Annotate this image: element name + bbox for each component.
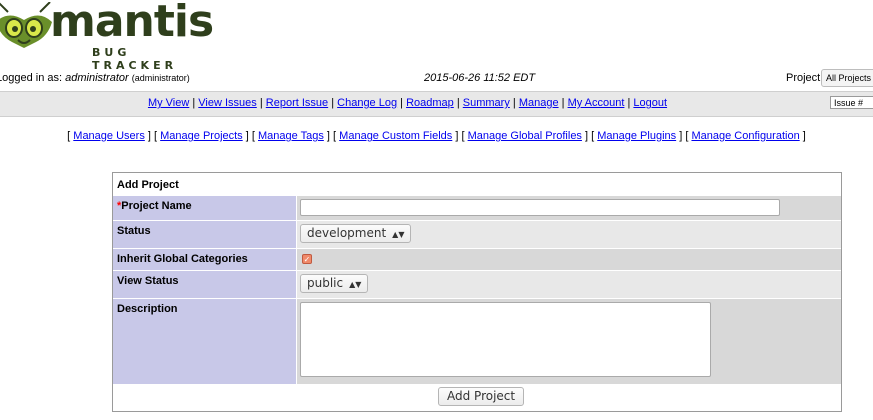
description-textarea[interactable] xyxy=(300,302,711,377)
manage-global-profiles-link[interactable]: Manage Global Profiles xyxy=(468,130,582,142)
bracket-close: ] xyxy=(323,130,330,142)
status-row: Status development ▲▼ xyxy=(113,220,841,248)
project-selector-label: Project: xyxy=(786,72,824,84)
add-project-form: Add Project *Project Name Status develop… xyxy=(112,172,842,412)
menu-report-issue[interactable]: Report Issue xyxy=(266,97,328,109)
project-name-label-text: Project Name xyxy=(121,200,192,212)
mantis-logo[interactable]: mantis BUG TRACKER xyxy=(0,0,214,72)
login-role: (administrator) xyxy=(131,73,190,83)
status-selected-value: development xyxy=(307,226,387,240)
menu-my-account[interactable]: My Account xyxy=(568,97,625,109)
bracket-close: ] xyxy=(452,130,459,142)
main-menu-links: My View | View Issues | Report Issue | C… xyxy=(0,97,815,109)
menu-separator: | xyxy=(453,97,463,109)
login-status: Logged in as: administrator (administrat… xyxy=(0,72,190,84)
form-title: Add Project xyxy=(117,179,179,191)
inherit-categories-cell: ✓ xyxy=(297,249,841,270)
select-arrows-icon: ▲▼ xyxy=(349,280,362,289)
project-name-input[interactable] xyxy=(300,199,780,216)
description-label: Description xyxy=(113,299,296,384)
project-selector[interactable]: All Projects xyxy=(821,69,873,87)
current-datetime: 2015-06-26 11:52 EDT xyxy=(424,72,536,84)
project-name-cell xyxy=(297,196,841,220)
logo-wordmark: mantis xyxy=(50,0,214,47)
description-cell xyxy=(297,299,841,384)
menu-view-issues[interactable]: View Issues xyxy=(198,97,257,109)
project-name-row: *Project Name xyxy=(113,195,841,220)
manage-projects-link[interactable]: Manage Projects xyxy=(160,130,243,142)
status-label: Status xyxy=(113,221,296,248)
submit-row: Add Project xyxy=(113,385,841,411)
bracket-close: ] xyxy=(144,130,151,142)
status-cell: development ▲▼ xyxy=(297,221,841,248)
bracket-close: ] xyxy=(676,130,683,142)
login-prefix: Logged in as: xyxy=(0,72,66,84)
add-project-button[interactable]: Add Project xyxy=(438,387,525,406)
menu-roadmap[interactable]: Roadmap xyxy=(406,97,454,109)
view-status-label: View Status xyxy=(113,271,296,298)
inherit-categories-label: Inherit Global Categories xyxy=(113,249,296,270)
project-name-label: *Project Name xyxy=(113,196,296,220)
inherit-categories-checkbox[interactable]: ✓ xyxy=(302,254,312,264)
view-status-selected-value: public xyxy=(307,276,344,290)
bracket-close: ] xyxy=(581,130,589,142)
menu-separator: | xyxy=(558,97,568,109)
bracket-close: ] xyxy=(799,130,806,142)
issue-jump-input[interactable]: Issue # xyxy=(830,96,873,109)
inherit-categories-row: Inherit Global Categories ✓ xyxy=(113,248,841,270)
manage-configuration-link[interactable]: Manage Configuration xyxy=(691,130,799,142)
manage-plugins-link[interactable]: Manage Plugins xyxy=(597,130,676,142)
login-username: administrator xyxy=(65,72,129,84)
menu-separator: | xyxy=(189,97,199,109)
view-status-row: View Status public ▲▼ xyxy=(113,270,841,298)
menu-separator: | xyxy=(256,97,266,109)
menu-logout[interactable]: Logout xyxy=(633,97,667,109)
manage-submenu: [ Manage Users ] [ Manage Projects ] [ M… xyxy=(0,130,873,142)
menu-separator: | xyxy=(509,97,519,109)
menu-separator: | xyxy=(328,97,338,109)
menu-separator: | xyxy=(397,97,407,109)
main-menu-bar: My View | View Issues | Report Issue | C… xyxy=(0,91,873,117)
menu-change-log[interactable]: Change Log xyxy=(337,97,397,109)
menu-my-view[interactable]: My View xyxy=(148,97,189,109)
manage-tags-link[interactable]: Manage Tags xyxy=(258,130,324,142)
checkmark-icon: ✓ xyxy=(303,255,311,264)
menu-manage[interactable]: Manage xyxy=(519,97,559,109)
manage-users-link[interactable]: Manage Users xyxy=(73,130,145,142)
bracket-close: ] xyxy=(242,130,249,142)
select-arrows-icon: ▲▼ xyxy=(392,230,405,239)
login-info-bar: Logged in as: administrator (administrat… xyxy=(0,68,873,88)
view-status-select[interactable]: public ▲▼ xyxy=(300,274,369,293)
description-row: Description xyxy=(113,298,841,384)
menu-summary[interactable]: Summary xyxy=(463,97,510,109)
manage-custom-fields-link[interactable]: Manage Custom Fields xyxy=(339,130,452,142)
view-status-cell: public ▲▼ xyxy=(297,271,841,298)
status-select[interactable]: development ▲▼ xyxy=(300,224,412,243)
